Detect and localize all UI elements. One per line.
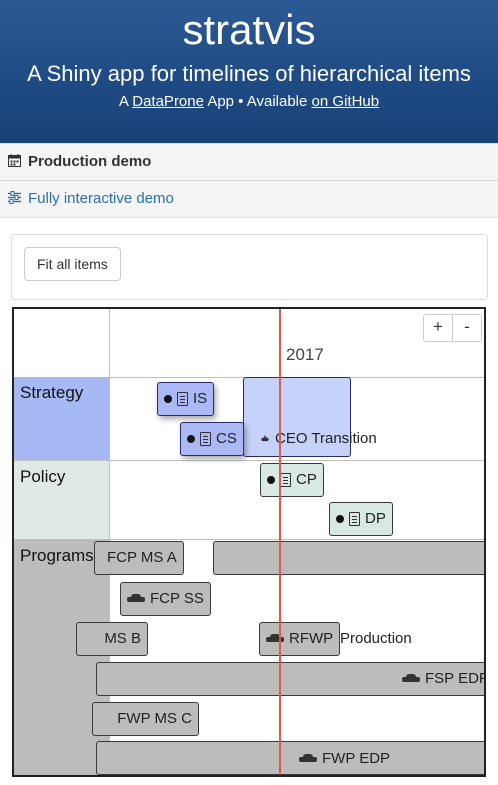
time-axis: + - 2017 — [109, 309, 484, 378]
point-marker-icon — [336, 515, 344, 523]
program-item-fcp-ms-a[interactable]: FCP MS A — [94, 541, 184, 575]
group-separator — [109, 539, 484, 540]
group-label-strategy: Strategy — [14, 377, 109, 460]
production-label: Production — [340, 630, 412, 647]
document-icon — [280, 473, 291, 487]
production-demo-label: Production demo — [28, 153, 152, 170]
group-separator — [109, 460, 484, 461]
program-item-fwp-edp[interactable] — [96, 741, 484, 775]
program-item-rfwp[interactable]: RFWP — [259, 622, 341, 656]
document-icon — [200, 432, 211, 446]
current-time-marker — [279, 309, 281, 775]
controls-panel: Fit all items — [11, 234, 488, 300]
production-demo-bar[interactable]: Production demo — [0, 143, 498, 181]
app-credit: A DataProne App • Available on GitHub — [0, 92, 498, 112]
fwp-edp-label: FWP EDP — [299, 750, 390, 767]
github-link[interactable]: on GitHub — [312, 93, 380, 110]
timeline[interactable]: Strategy Policy Programs + - 2017 CEO Tr… — [12, 307, 486, 777]
document-icon — [177, 392, 188, 406]
vehicle-icon — [402, 673, 420, 684]
document-icon — [349, 512, 360, 526]
zoom-out-button[interactable]: - — [452, 315, 481, 341]
app-title: stratvis — [182, 6, 316, 53]
fsp-edp-label: FSP EDP — [402, 670, 484, 687]
zoom-controls: + - — [423, 314, 482, 342]
vehicle-icon — [299, 753, 317, 764]
point-marker-icon — [164, 395, 172, 403]
strategy-item-cs[interactable]: CS — [180, 422, 244, 456]
point-marker-icon — [187, 435, 195, 443]
app-subtitle: A Shiny app for timelines of hierarchica… — [27, 61, 471, 86]
strategy-item-is[interactable]: IS — [157, 382, 215, 416]
point-marker-icon — [267, 476, 275, 484]
fit-all-items-button[interactable]: Fit all items — [24, 247, 121, 281]
policy-item-cp[interactable]: CP — [260, 463, 324, 497]
group-label-policy: Policy — [14, 460, 109, 539]
app-header: stratvis A Shiny app for timelines of hi… — [0, 0, 498, 143]
interactive-demo-label: Fully interactive demo — [28, 190, 174, 207]
sliders-icon — [8, 191, 21, 204]
vehicle-icon — [266, 634, 284, 644]
program-item-ms-b[interactable]: MS B — [76, 622, 148, 656]
policy-item-dp[interactable]: DP — [329, 502, 393, 536]
vehicle-icon — [261, 435, 269, 442]
credit-prefix: A — [118, 93, 129, 110]
interactive-demo-bar[interactable]: Fully interactive demo — [0, 180, 498, 218]
program-item-fwp-ms-c[interactable]: FWP MS C — [92, 702, 199, 736]
credit-mid: App • Available — [207, 93, 308, 110]
zoom-in-button[interactable]: + — [424, 315, 452, 341]
program-range-bar[interactable] — [213, 541, 484, 575]
calendar-icon — [8, 154, 21, 167]
dataprone-link[interactable]: DataProne — [132, 93, 204, 110]
vehicle-icon — [127, 594, 145, 604]
program-item-fcp-ss[interactable]: FCP SS — [120, 582, 211, 616]
year-label: 2017 — [286, 345, 324, 364]
ceo-transition-label: CEO Transition — [260, 430, 377, 447]
